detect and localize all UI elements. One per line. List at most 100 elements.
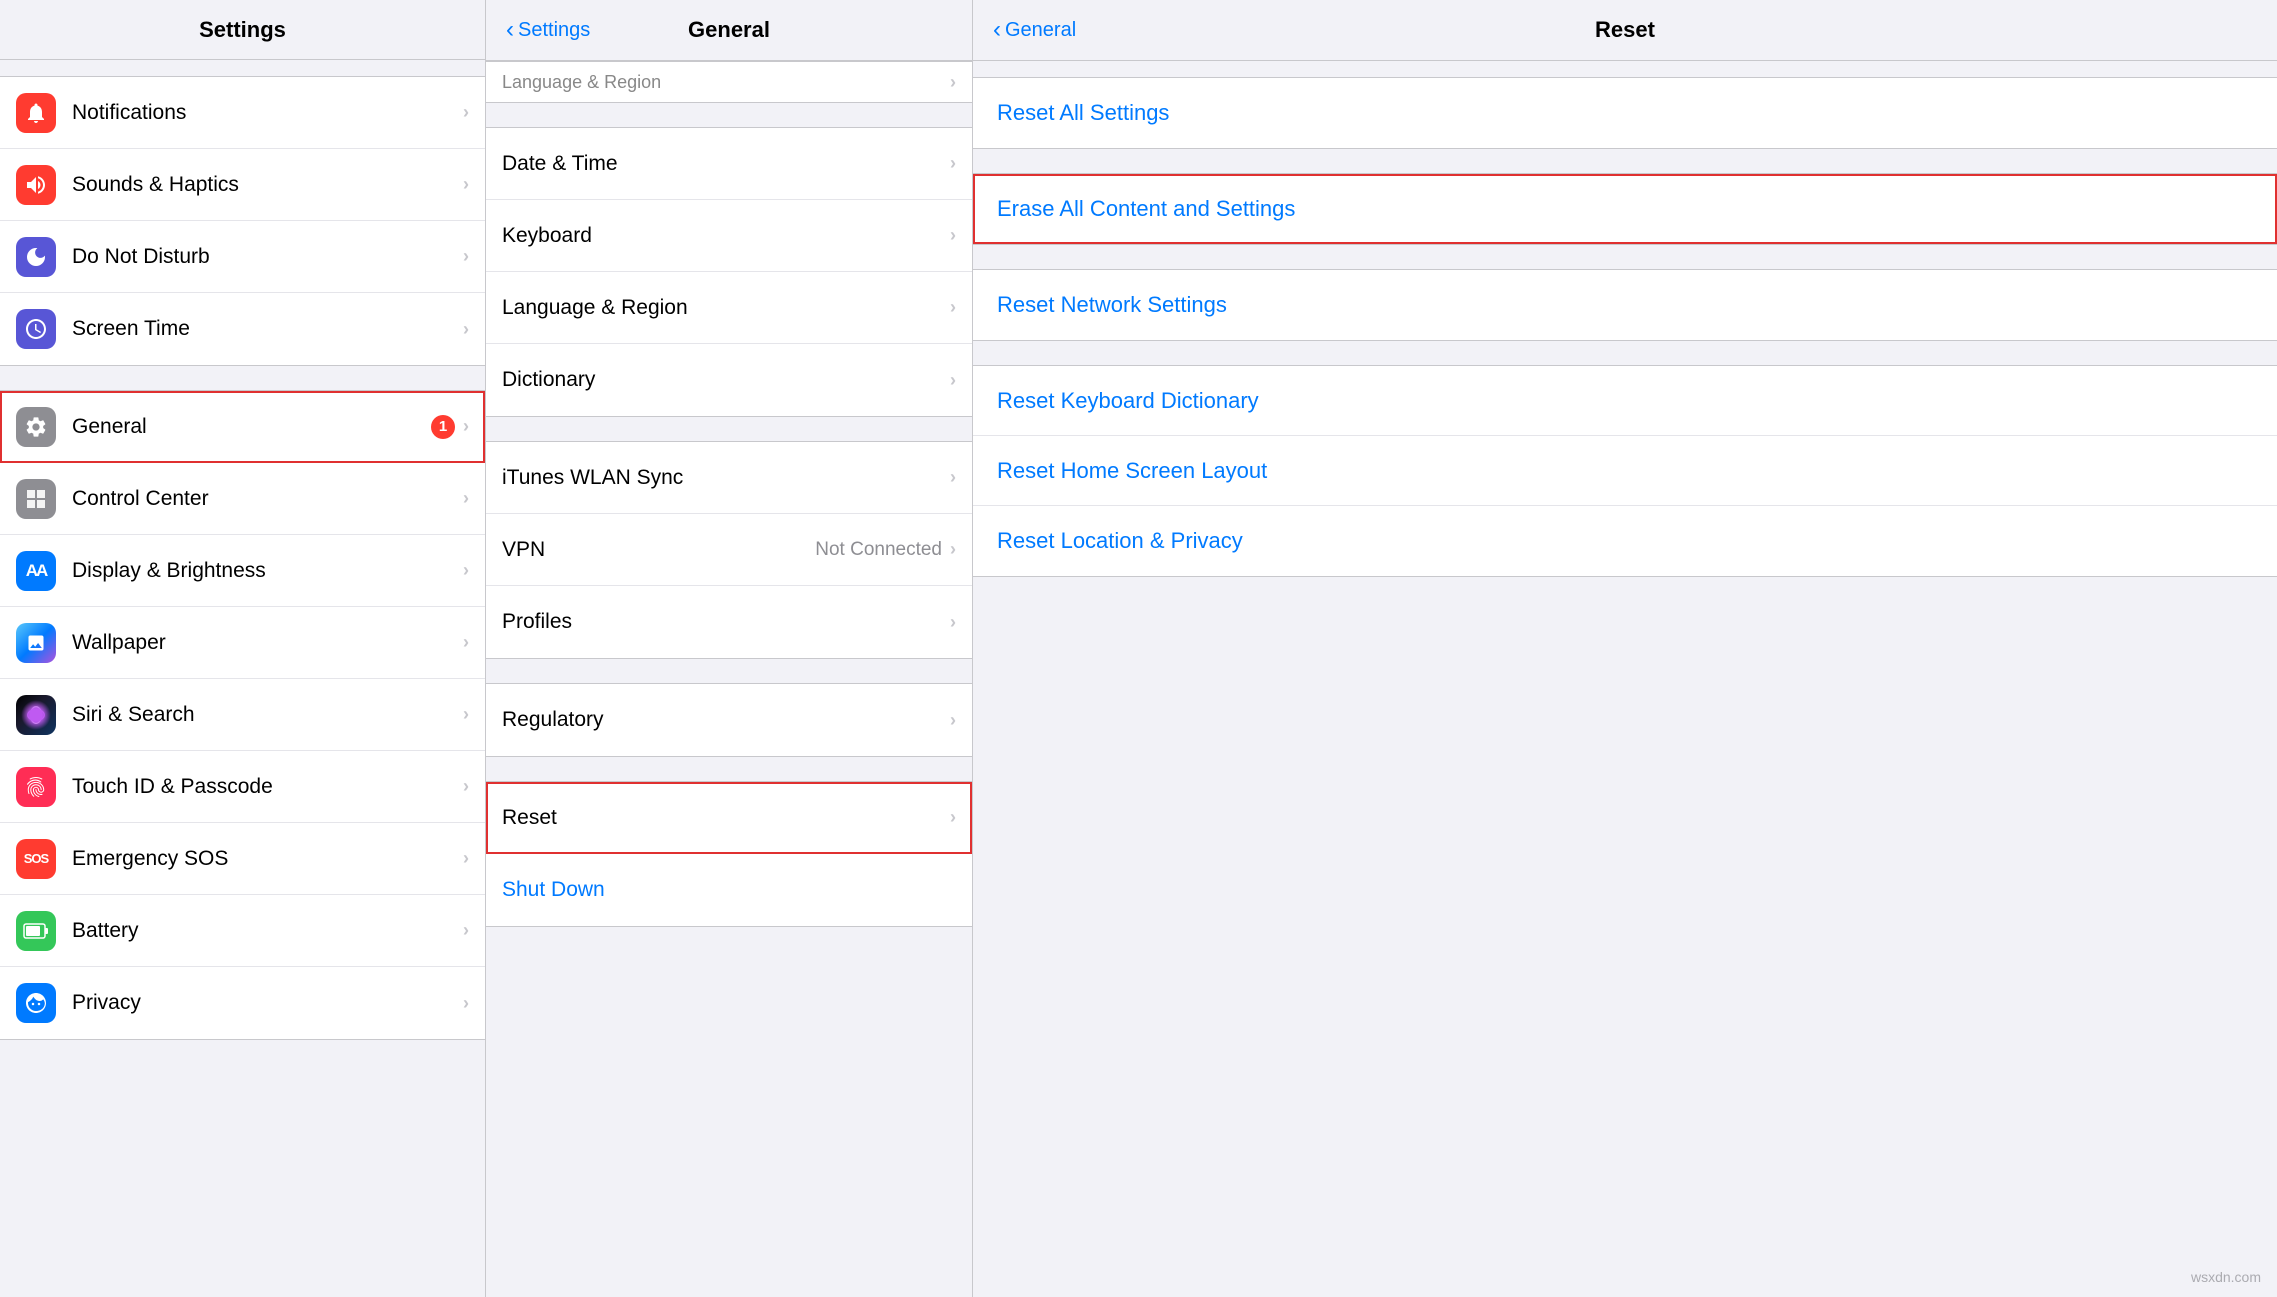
datetime-label: Date & Time (502, 152, 950, 176)
wallpaper-icon (16, 623, 56, 663)
settings-row-privacy[interactable]: Privacy › (0, 967, 485, 1039)
settings-row-donotdisturb[interactable]: Do Not Disturb › (0, 221, 485, 293)
reset-row-erase-all[interactable]: Erase All Content and Settings (973, 174, 2277, 244)
siri-label: Siri & Search (72, 703, 463, 727)
privacy-icon (16, 983, 56, 1023)
general-header: ‹ Settings General (486, 0, 972, 61)
reset-title: Reset (1595, 17, 1655, 43)
general-row-language[interactable]: Language & Region › (486, 272, 972, 344)
emergencysos-icon: SOS (16, 839, 56, 879)
battery-label: Battery (72, 919, 463, 943)
chevron-icon: › (463, 848, 469, 869)
general-section-top: Language & Region › (486, 61, 972, 103)
reset-row-location[interactable]: Reset Location & Privacy (973, 506, 2277, 576)
reset-location-label: Reset Location & Privacy (997, 528, 2253, 554)
controlcenter-label: Control Center (72, 487, 463, 511)
general-row-dictionary[interactable]: Dictionary › (486, 344, 972, 416)
itunes-label: iTunes WLAN Sync (502, 466, 950, 490)
settings-row-battery[interactable]: Battery › (0, 895, 485, 967)
screentime-icon (16, 309, 56, 349)
reset-row-homescreen[interactable]: Reset Home Screen Layout (973, 436, 2277, 506)
settings-row-emergencysos[interactable]: SOS Emergency SOS › (0, 823, 485, 895)
back-chevron-icon: ‹ (993, 16, 1001, 44)
chevron-icon: › (463, 246, 469, 267)
reset-row-keyboard[interactable]: Reset Keyboard Dictionary (973, 366, 2277, 436)
battery-icon (16, 911, 56, 951)
reset-row-all-settings[interactable]: Reset All Settings (973, 78, 2277, 148)
donotdisturb-icon (16, 237, 56, 277)
chevron-icon: › (950, 539, 956, 560)
general-row-keyboard[interactable]: Keyboard › (486, 200, 972, 272)
chevron-icon: › (463, 560, 469, 581)
controlcenter-icon (16, 479, 56, 519)
settings-row-controlcenter[interactable]: Control Center › (0, 463, 485, 535)
touchid-icon (16, 767, 56, 807)
back-chevron-icon: ‹ (506, 16, 514, 44)
general-badge: 1 (431, 415, 455, 439)
vpn-label: VPN (502, 538, 815, 562)
settings-section-2: General 1 › Control Center › AA Display … (0, 390, 485, 1040)
chevron-icon: › (463, 776, 469, 797)
partial-label: Language & Region (502, 72, 950, 93)
donotdisturb-label: Do Not Disturb (72, 245, 463, 269)
back-to-settings[interactable]: ‹ Settings (506, 16, 590, 44)
general-section-2: iTunes WLAN Sync › VPN Not Connected › P… (486, 441, 972, 659)
settings-column: Settings Notifications › Sounds & Haptic… (0, 0, 486, 1297)
back-label: General (1005, 19, 1076, 42)
chevron-icon: › (950, 297, 956, 318)
sounds-icon (16, 165, 56, 205)
reset-all-settings-label: Reset All Settings (997, 100, 2253, 126)
shutdown-label: Shut Down (502, 878, 956, 902)
dictionary-label: Dictionary (502, 368, 950, 392)
chevron-icon: › (950, 225, 956, 246)
back-to-general[interactable]: ‹ General (993, 16, 1076, 44)
watermark: wsxdn.com (2191, 1269, 2261, 1285)
general-section-1: Date & Time › Keyboard › Language & Regi… (486, 127, 972, 417)
settings-row-siri[interactable]: Siri & Search › (0, 679, 485, 751)
notifications-icon (16, 93, 56, 133)
reset-nav: ‹ General Reset (993, 16, 2257, 44)
general-row-reset[interactable]: Reset › (486, 782, 972, 854)
chevron-icon: › (950, 612, 956, 633)
reset-column: ‹ General Reset Reset All Settings Erase… (973, 0, 2277, 1297)
settings-section-1: Notifications › Sounds & Haptics › Do No… (0, 76, 485, 366)
reset-header: ‹ General Reset (973, 0, 2277, 61)
settings-list: Notifications › Sounds & Haptics › Do No… (0, 60, 485, 1297)
settings-row-touchid[interactable]: Touch ID & Passcode › (0, 751, 485, 823)
settings-row-displaybrightness[interactable]: AA Display & Brightness › (0, 535, 485, 607)
reset-section-1: Reset All Settings (973, 77, 2277, 149)
reset-list: Reset All Settings Erase All Content and… (973, 61, 2277, 1297)
settings-row-wallpaper[interactable]: Wallpaper › (0, 607, 485, 679)
general-row-datetime[interactable]: Date & Time › (486, 128, 972, 200)
privacy-label: Privacy (72, 991, 463, 1015)
displaybrightness-label: Display & Brightness (72, 559, 463, 583)
chevron-icon: › (950, 467, 956, 488)
general-title: General (688, 17, 770, 43)
wallpaper-label: Wallpaper (72, 631, 463, 655)
displaybrightness-icon: AA (16, 551, 56, 591)
general-row-regulatory[interactable]: Regulatory › (486, 684, 972, 756)
general-icon (16, 407, 56, 447)
general-row-itunes[interactable]: iTunes WLAN Sync › (486, 442, 972, 514)
erase-all-label: Erase All Content and Settings (997, 196, 2253, 222)
settings-row-screentime[interactable]: Screen Time › (0, 293, 485, 365)
chevron-icon: › (463, 416, 469, 437)
chevron-icon: › (950, 72, 956, 93)
general-row-partial[interactable]: Language & Region › (486, 62, 972, 102)
general-row-profiles[interactable]: Profiles › (486, 586, 972, 658)
chevron-icon: › (463, 174, 469, 195)
general-list: Language & Region › Date & Time › Keyboa… (486, 61, 972, 1297)
general-section-4: Reset › Shut Down (486, 781, 972, 927)
general-row-vpn[interactable]: VPN Not Connected › (486, 514, 972, 586)
reset-label: Reset (502, 806, 950, 830)
sounds-label: Sounds & Haptics (72, 173, 463, 197)
reset-row-network[interactable]: Reset Network Settings (973, 270, 2277, 340)
settings-row-sounds[interactable]: Sounds & Haptics › (0, 149, 485, 221)
general-row-shutdown[interactable]: Shut Down (486, 854, 972, 926)
keyboard-label: Keyboard (502, 224, 950, 248)
reset-section-4: Reset Keyboard Dictionary Reset Home Scr… (973, 365, 2277, 577)
settings-row-general[interactable]: General 1 › (0, 391, 485, 463)
settings-row-notifications[interactable]: Notifications › (0, 77, 485, 149)
general-column: ‹ Settings General Language & Region › D… (486, 0, 973, 1297)
regulatory-label: Regulatory (502, 708, 950, 732)
